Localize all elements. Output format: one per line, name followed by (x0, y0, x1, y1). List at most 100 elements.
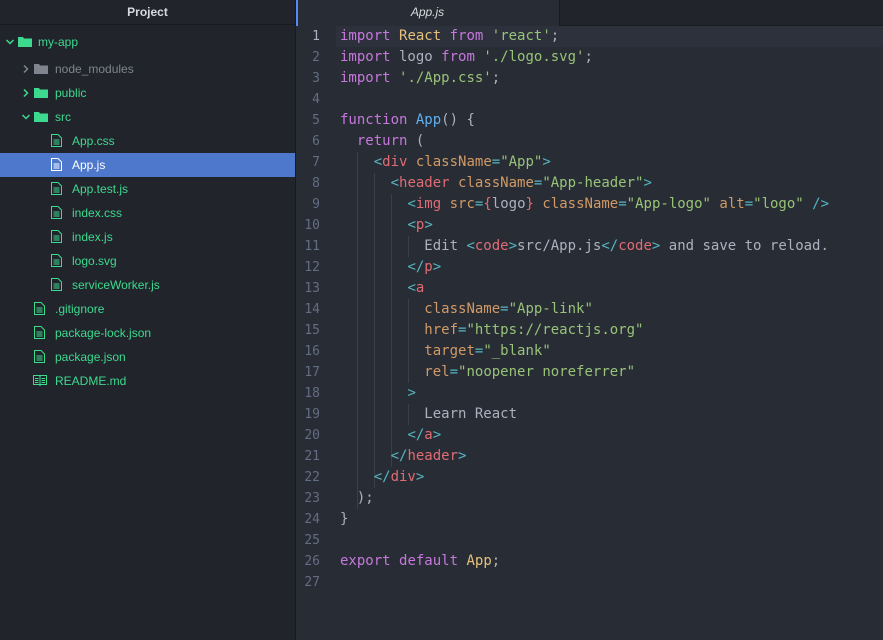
code-token (391, 28, 399, 44)
chevron-down-icon[interactable] (20, 105, 32, 129)
code-token: = (745, 196, 753, 212)
line-number: 22 (296, 467, 320, 488)
file-text-icon (51, 201, 65, 225)
code-token: Learn React (340, 406, 517, 422)
code-token (407, 112, 415, 128)
tree-file-app-css[interactable]: App.css (0, 129, 295, 153)
code-token: > (433, 427, 441, 443)
code-token: "App-logo" (627, 196, 711, 212)
code-line: Edit <code>src/App.js</code> and save to… (340, 236, 829, 257)
line-number: 1 (296, 26, 320, 47)
code-line: <img src={logo} className="App-logo" alt… (340, 194, 829, 215)
line-number: 17 (296, 362, 320, 383)
line-number: 14 (296, 299, 320, 320)
folder-icon (34, 57, 48, 81)
code-token: ; (584, 49, 592, 65)
code-token: logo (391, 49, 442, 65)
code-token (340, 385, 407, 401)
file-label: index.js (72, 225, 113, 249)
project-panel: Project my-app node_module (0, 0, 296, 640)
tree-file-package-json[interactable]: package.json (0, 345, 295, 369)
code-token: rel (424, 364, 449, 380)
code-line: </a> (340, 425, 441, 446)
code-token: export (340, 553, 391, 569)
chevron-right-icon[interactable] (20, 57, 32, 81)
code-token: return (357, 133, 408, 149)
tree-file-readme-md[interactable]: README.md (0, 369, 295, 393)
code-token: </ (407, 427, 424, 443)
code-token (340, 217, 407, 233)
tree-folder-src[interactable]: src (0, 105, 295, 129)
code-token: "_blank" (483, 343, 550, 359)
editor-pane[interactable]: App.js 123456789101112131415161718192021… (296, 0, 883, 640)
code-line: </header> (340, 446, 466, 467)
code-token: ); (340, 490, 374, 506)
tree-folder-node-modules[interactable]: node_modules (0, 57, 295, 81)
code-token: = (492, 154, 500, 170)
chevron-down-icon[interactable] (4, 30, 16, 54)
chevron-right-icon[interactable] (20, 81, 32, 105)
code-line: <header className="App-header"> (340, 173, 652, 194)
code-token: </ (601, 238, 618, 254)
code-token: React (399, 28, 441, 44)
file-label: .gitignore (55, 297, 104, 321)
code-token: = (450, 364, 458, 380)
code-token: > (433, 259, 441, 275)
code-token: "https://reactjs.org" (466, 322, 643, 338)
code-line: target="_blank" (340, 341, 551, 362)
file-label: logo.svg (72, 249, 117, 273)
code-token (804, 196, 812, 212)
line-number: 7 (296, 152, 320, 173)
code-line: return ( (340, 131, 424, 152)
tab-title: App.js (411, 5, 444, 19)
code-token: > (643, 175, 651, 191)
code-token: code (475, 238, 509, 254)
line-number: 13 (296, 278, 320, 299)
folder-label: public (55, 81, 86, 105)
file-label: App.js (72, 153, 105, 177)
file-label: App.css (72, 129, 115, 153)
code-token: { (483, 196, 491, 212)
line-number: 26 (296, 551, 320, 572)
line-number: 15 (296, 320, 320, 341)
tree-file-app-test-js[interactable]: App.test.js (0, 177, 295, 201)
tree-file-index-css[interactable]: index.css (0, 201, 295, 225)
code-token (340, 259, 407, 275)
tree-file-index-js[interactable]: index.js (0, 225, 295, 249)
code-token: ; (551, 28, 559, 44)
code-token: className (424, 301, 500, 317)
code-token: a (416, 280, 424, 296)
code-token: import (340, 49, 391, 65)
code-token: className (458, 175, 534, 191)
line-number: 20 (296, 425, 320, 446)
folder-open-icon (34, 105, 48, 129)
line-number: 5 (296, 110, 320, 131)
line-number: 24 (296, 509, 320, 530)
tree-file-package-lock-json[interactable]: package-lock.json (0, 321, 295, 345)
code-token: and save to reload. (660, 238, 829, 254)
line-number: 19 (296, 404, 320, 425)
code-line: <a (340, 278, 424, 299)
code-token: "logo" (753, 196, 804, 212)
code-token (340, 469, 374, 485)
code-token: className (542, 196, 618, 212)
code-line: ); (340, 488, 374, 509)
tree-file-logo-svg[interactable]: logo.svg (0, 249, 295, 273)
code-token: < (374, 154, 382, 170)
code-token: from (450, 28, 484, 44)
code-token: img (416, 196, 441, 212)
tree-file-gitignore[interactable]: .gitignore (0, 297, 295, 321)
tree-folder-public[interactable]: public (0, 81, 295, 105)
code-token (391, 70, 399, 86)
tree-root-my-app[interactable]: my-app (0, 30, 295, 54)
tree-file-service-worker-js[interactable]: serviceWorker.js (0, 273, 295, 297)
code-token: } (526, 196, 534, 212)
book-icon (33, 369, 47, 393)
code-token (340, 133, 357, 149)
tab-app-js[interactable]: App.js (296, 0, 560, 26)
code-line: Learn React (340, 404, 517, 425)
tree-file-app-js[interactable]: App.js (0, 153, 295, 177)
code-token: > (407, 385, 415, 401)
code-token: import (340, 70, 391, 86)
code-token: > (509, 238, 517, 254)
